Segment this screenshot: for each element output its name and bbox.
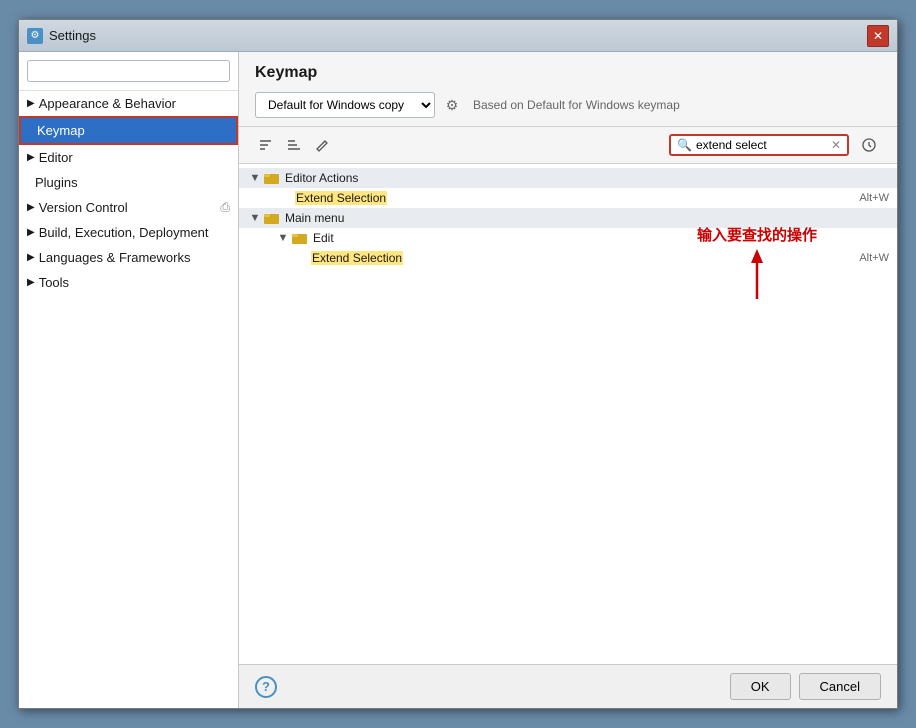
sort-az-button[interactable] bbox=[255, 133, 279, 157]
title-bar: ⚙ Settings ✕ bbox=[19, 20, 897, 52]
expand-arrow-icon: ▶ bbox=[27, 202, 35, 213]
ok-button[interactable]: OK bbox=[730, 673, 791, 700]
tree-subgroup-edit[interactable]: ▼ Edit bbox=[239, 228, 897, 248]
keymap-based-label: Based on Default for Windows keymap bbox=[473, 98, 680, 112]
sidebar-item-plugins[interactable]: Plugins bbox=[19, 170, 238, 195]
search-icon: 🔍 bbox=[677, 138, 692, 152]
window-body: ▶ Appearance & Behavior Keymap ▶ Editor … bbox=[19, 52, 897, 708]
close-button[interactable]: ✕ bbox=[867, 25, 889, 47]
help-button[interactable]: ? bbox=[255, 676, 277, 698]
main-header: Keymap Default for Windows copy ⚙ Based … bbox=[239, 52, 897, 127]
folder-icon bbox=[263, 171, 281, 185]
shortcut-label: Alt+W bbox=[859, 192, 889, 204]
edit-button[interactable] bbox=[311, 133, 335, 157]
tree-item-extend-selection-2[interactable]: Extend Selection Alt+W bbox=[239, 248, 897, 268]
sidebar-item-editor[interactable]: ▶ Editor bbox=[19, 145, 238, 170]
folder-icon bbox=[291, 231, 309, 245]
keymap-select[interactable]: Default for Windows copy bbox=[255, 92, 435, 118]
sidebar-item-label: Build, Execution, Deployment bbox=[39, 225, 209, 240]
expand-arrow-icon: ▶ bbox=[27, 227, 35, 238]
sidebar-search-input[interactable] bbox=[27, 60, 230, 82]
main-content: Keymap Default for Windows copy ⚙ Based … bbox=[239, 52, 897, 708]
page-title: Keymap bbox=[255, 64, 881, 82]
search-clear-button[interactable]: ✕ bbox=[831, 138, 841, 152]
tree-group-main-menu[interactable]: ▼ Main menu bbox=[239, 208, 897, 228]
toolbar: 🔍 ✕ bbox=[239, 127, 897, 164]
search-history-button[interactable] bbox=[857, 133, 881, 157]
highlight-span: Extend Selection bbox=[295, 191, 387, 205]
bottom-bar: ? OK Cancel bbox=[239, 664, 897, 708]
app-icon: ⚙ bbox=[27, 28, 43, 44]
keymap-bar: Default for Windows copy ⚙ Based on Defa… bbox=[255, 92, 881, 118]
sidebar-item-appearance[interactable]: ▶ Appearance & Behavior bbox=[19, 91, 238, 116]
settings-window: ⚙ Settings ✕ ▶ Appearance & Behavior Key… bbox=[18, 19, 898, 709]
sidebar-search-container bbox=[19, 52, 238, 91]
folder-icon bbox=[263, 211, 281, 225]
sidebar-item-label: Keymap bbox=[37, 123, 85, 138]
expand-icon: ▼ bbox=[247, 172, 263, 184]
sidebar-item-keymap[interactable]: Keymap bbox=[19, 116, 238, 145]
tree-group-editor-actions[interactable]: ▼ Editor Actions bbox=[239, 168, 897, 188]
expand-arrow-icon: ▶ bbox=[27, 252, 35, 263]
sidebar-item-languages[interactable]: ▶ Languages & Frameworks bbox=[19, 245, 238, 270]
expand-arrow-icon: ▶ bbox=[27, 152, 35, 163]
sidebar: ▶ Appearance & Behavior Keymap ▶ Editor … bbox=[19, 52, 239, 708]
keymap-search-box: 🔍 ✕ bbox=[669, 134, 849, 156]
subgroup-label: Edit bbox=[313, 231, 889, 245]
window-title: Settings bbox=[49, 28, 867, 43]
sidebar-item-label: Languages & Frameworks bbox=[39, 250, 191, 265]
keymap-gear-button[interactable]: ⚙ bbox=[441, 94, 463, 116]
item-label: Extend Selection bbox=[311, 251, 859, 265]
sidebar-item-tools[interactable]: ▶ Tools bbox=[19, 270, 238, 295]
sidebar-item-label: Appearance & Behavior bbox=[39, 96, 176, 111]
highlight-span: Extend Selection bbox=[311, 251, 403, 265]
keymap-tree: ▼ Editor Actions Extend Selection bbox=[239, 164, 897, 664]
expand-icon: ▼ bbox=[247, 212, 263, 224]
cancel-button[interactable]: Cancel bbox=[799, 673, 881, 700]
vcs-icon: ⎙ bbox=[220, 200, 230, 215]
expand-icon: ▼ bbox=[275, 232, 291, 244]
shortcut-label: Alt+W bbox=[859, 252, 889, 264]
tree-item-extend-selection-1[interactable]: Extend Selection Alt+W bbox=[239, 188, 897, 208]
sidebar-item-label: Plugins bbox=[35, 175, 78, 190]
item-label: Extend Selection bbox=[295, 191, 859, 205]
sidebar-item-version-control[interactable]: ▶ Version Control ⎙ bbox=[19, 195, 238, 220]
expand-arrow-icon: ▶ bbox=[27, 277, 35, 288]
group-label: Editor Actions bbox=[285, 171, 889, 185]
sidebar-item-label: Editor bbox=[39, 150, 73, 165]
sidebar-item-label: Tools bbox=[39, 275, 69, 290]
keymap-search-input[interactable] bbox=[696, 138, 831, 152]
dialog-buttons: OK Cancel bbox=[730, 673, 881, 700]
sidebar-item-label: Version Control bbox=[39, 200, 128, 215]
group-label: Main menu bbox=[285, 211, 889, 225]
expand-arrow-icon: ▶ bbox=[27, 98, 35, 109]
sort-button[interactable] bbox=[283, 133, 307, 157]
sidebar-item-build[interactable]: ▶ Build, Execution, Deployment bbox=[19, 220, 238, 245]
